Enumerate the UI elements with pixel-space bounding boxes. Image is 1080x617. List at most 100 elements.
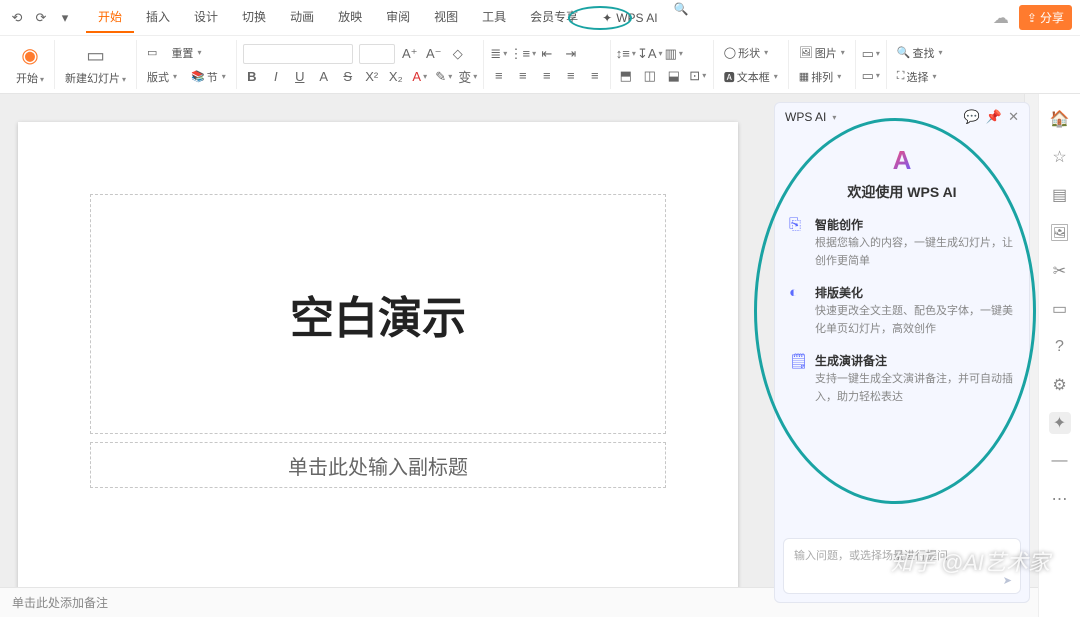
picture-button[interactable]: 🖼 图片 xyxy=(795,43,849,63)
tab-animation[interactable]: 动画 xyxy=(278,2,326,33)
font-size-combo[interactable] xyxy=(359,44,395,64)
find-button[interactable]: 🔍 查找 xyxy=(893,43,947,63)
tab-wps-ai[interactable]: ✦ WPS AI xyxy=(590,2,669,33)
section-dropdown[interactable]: 📚 节 xyxy=(187,67,230,87)
tab-view[interactable]: 视图 xyxy=(422,2,470,33)
side-book-icon[interactable]: ▭ xyxy=(1049,298,1071,320)
wps-ai-icon: ✦ xyxy=(602,11,612,25)
italic-button[interactable]: I xyxy=(267,68,285,86)
subscript-button[interactable]: X₂ xyxy=(387,68,405,86)
textbox-label: 文本框 xyxy=(737,69,770,85)
side-more-icon[interactable]: ⋯ xyxy=(1049,488,1071,510)
text-direction-button[interactable]: ↧A xyxy=(641,45,659,63)
new-slide-button[interactable]: ▭ 新建幻灯片 xyxy=(61,43,130,86)
line-spacing-button[interactable]: ↕≡ xyxy=(617,45,635,63)
align-justify-button[interactable]: ≡ xyxy=(562,67,580,85)
tab-member[interactable]: 会员专享 xyxy=(518,2,590,33)
ai-send-icon[interactable]: ➤ xyxy=(1003,574,1012,587)
align-text-button[interactable]: ⊡ xyxy=(689,67,707,85)
shrink-font-icon[interactable]: A⁻ xyxy=(425,45,443,63)
ai-feature-beautify-title: 排版美化 xyxy=(815,284,1015,301)
chevron-down-icon[interactable]: ▾ xyxy=(832,113,836,122)
side-minus-icon[interactable]: — xyxy=(1049,450,1071,472)
subtitle-placeholder[interactable]: 单击此处输入副标题 xyxy=(90,442,666,488)
ai-feature-notes[interactable]: 🗒 生成演讲备注 支持一键生成全文演讲备注，并可自动插入，助力轻松表达 xyxy=(789,352,1015,406)
section-label: 节 xyxy=(207,69,218,85)
wps-ai-panel: WPS AI ▾ 💬 📌 ✕ A 欢迎使用 WPS AI ⎘ 智能创作 根据您输… xyxy=(774,102,1030,603)
wps-ai-label: WPS AI xyxy=(616,11,657,25)
ai-close-icon[interactable]: ✕ xyxy=(1008,109,1019,125)
side-help-icon[interactable]: ? xyxy=(1049,336,1071,358)
outline-button[interactable]: ▭ xyxy=(862,67,880,85)
text-effects-button[interactable]: 变 xyxy=(459,68,477,86)
strike-button[interactable]: A xyxy=(315,68,333,86)
font-color-button[interactable]: A xyxy=(411,68,429,86)
side-layout-icon[interactable]: ▤ xyxy=(1049,184,1071,206)
align-left-button[interactable]: ≡ xyxy=(490,67,508,85)
font-family-combo[interactable] xyxy=(243,44,353,64)
ai-chat-icon[interactable]: 💬 xyxy=(964,109,980,125)
vert-bot-button[interactable]: ⬓ xyxy=(665,67,683,85)
tab-insert[interactable]: 插入 xyxy=(134,2,182,33)
share-icon: ⇪ xyxy=(1027,11,1037,25)
right-side-strip: 🏠 ☆ ▤ 🖼 ✂ ▭ ? ⚙ ✦ — ⋯ xyxy=(1038,94,1080,617)
ai-input-box[interactable]: 输入问题，或选择场景进行提问 ➤ xyxy=(783,538,1021,594)
numbering-button[interactable]: ⋮≡ xyxy=(514,45,532,63)
side-image-icon[interactable]: 🖼 xyxy=(1049,222,1071,244)
reset-button[interactable]: 重置 xyxy=(167,43,205,63)
superscript-button[interactable]: X² xyxy=(363,68,381,86)
increase-indent-button[interactable]: ⇥ xyxy=(562,45,580,63)
tab-home[interactable]: 开始 xyxy=(86,2,134,33)
select-button[interactable]: ⛶ 选择 xyxy=(893,67,941,87)
qat-more-icon[interactable]: ▾ xyxy=(56,9,74,27)
redo-icon[interactable]: ⟳ xyxy=(32,9,50,27)
ai-feature-create-title: 智能创作 xyxy=(815,216,1015,233)
tab-review[interactable]: 审阅 xyxy=(374,2,422,33)
ai-feature-beautify[interactable]: ◐ 排版美化 快速更改全文主题、配色及字体，一键美化单页幻灯片，高效创作 xyxy=(789,284,1015,338)
bullets-button[interactable]: ≣ xyxy=(490,45,508,63)
title-text: 空白演示 xyxy=(290,282,466,346)
side-home-icon[interactable]: 🏠 xyxy=(1049,108,1071,130)
fill-color-button[interactable]: ▭ xyxy=(862,45,880,63)
side-star-icon[interactable]: ☆ xyxy=(1049,146,1071,168)
ai-pin-icon[interactable]: 📌 xyxy=(986,109,1002,125)
decrease-indent-button[interactable]: ⇤ xyxy=(538,45,556,63)
align-distribute-button[interactable]: ≡ xyxy=(586,67,604,85)
cloud-sync-icon[interactable]: ☁ xyxy=(993,8,1009,28)
play-icon: ◉ xyxy=(21,43,38,68)
tab-transition[interactable]: 切换 xyxy=(230,2,278,33)
ai-input-placeholder: 输入问题，或选择场景进行提问 xyxy=(794,550,948,562)
tab-slideshow[interactable]: 放映 xyxy=(326,2,374,33)
play-from-start-button[interactable]: ◉ 开始 xyxy=(12,43,48,86)
tab-design[interactable]: 设计 xyxy=(182,2,230,33)
columns-button[interactable]: ▥ xyxy=(665,45,683,63)
side-tools-icon[interactable]: ✂ xyxy=(1049,260,1071,282)
side-settings-icon[interactable]: ⚙ xyxy=(1049,374,1071,396)
align-center-button[interactable]: ≡ xyxy=(514,67,532,85)
bold-button[interactable]: B xyxy=(243,68,261,86)
play-label: 开始 xyxy=(16,70,44,86)
slide-1[interactable]: 空白演示 单击此处输入副标题 xyxy=(18,122,738,587)
ai-feature-notes-desc: 支持一键生成全文演讲备注，并可自动插入，助力轻松表达 xyxy=(815,371,1015,406)
clear-format-icon[interactable]: ◇ xyxy=(449,45,467,63)
side-ai-icon[interactable]: ✦ xyxy=(1049,412,1071,434)
vert-top-button[interactable]: ⬒ xyxy=(617,67,635,85)
share-button[interactable]: ⇪ 分享 xyxy=(1019,5,1072,30)
title-placeholder[interactable]: 空白演示 xyxy=(90,194,666,434)
shape-button[interactable]: ◯ 形状 xyxy=(720,43,772,63)
highlight-button[interactable]: ✎ xyxy=(435,68,453,86)
underline-button[interactable]: U xyxy=(291,68,309,86)
grow-font-icon[interactable]: A⁺ xyxy=(401,45,419,63)
tab-tools[interactable]: 工具 xyxy=(470,2,518,33)
ribbon: ◉ 开始 ▭ 新建幻灯片 ▭ 重置 版式 📚 节 A⁺ A⁻ ◇ B I U xyxy=(0,36,1080,94)
layout-button[interactable]: ▭ xyxy=(143,44,161,61)
undo-icon[interactable]: ⟲ xyxy=(8,9,26,27)
align-right-button[interactable]: ≡ xyxy=(538,67,556,85)
ai-feature-create[interactable]: ⎘ 智能创作 根据您输入的内容，一键生成幻灯片，让创作更简单 xyxy=(789,216,1015,270)
format-dropdown[interactable]: 版式 xyxy=(143,67,181,87)
textbox-button[interactable]: 🅰 文本框 xyxy=(720,67,782,87)
strikethrough-button[interactable]: S xyxy=(339,68,357,86)
vert-mid-button[interactable]: ◫ xyxy=(641,67,659,85)
search-icon[interactable]: 🔍 xyxy=(674,2,689,33)
arrange-button[interactable]: ▦ 排列 xyxy=(795,67,845,87)
